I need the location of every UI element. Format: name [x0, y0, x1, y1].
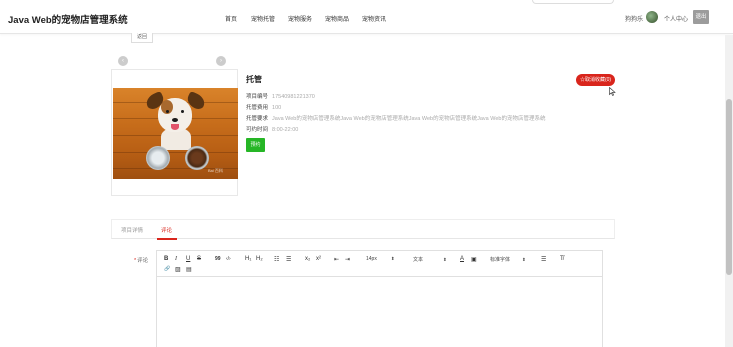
nav-pet-goods[interactable]: 宠物商品 — [325, 14, 349, 23]
quote-icon[interactable]: 99 — [215, 256, 221, 262]
ordered-list-icon[interactable]: ☷ — [274, 256, 279, 263]
subscript-icon[interactable]: x₂ — [305, 256, 310, 262]
tab-project-detail[interactable]: 项目详情 — [121, 226, 143, 234]
header2-icon[interactable]: H₂ — [256, 256, 263, 262]
underline-icon[interactable]: U — [186, 256, 190, 262]
clean-format-icon[interactable]: T̸ — [560, 256, 564, 262]
back-button[interactable]: 返回 — [131, 33, 153, 43]
superscript-icon[interactable]: x² — [316, 256, 321, 262]
active-tab-indicator — [157, 238, 177, 240]
item-title: 托管 — [246, 75, 262, 84]
tab-comment[interactable]: 评论 — [161, 226, 172, 234]
field-row: 托管要求 Java Web的宠物店管理系统Java Web的宠物店管理系统Java… — [246, 116, 546, 122]
video-icon[interactable]: ▤ — [186, 266, 192, 273]
carousel-prev-icon[interactable]: ‹ — [118, 56, 128, 66]
brand-title: Java Web的宠物店管理系统 — [8, 15, 128, 26]
indent-icon[interactable]: ⇥ — [345, 256, 350, 263]
nav-home[interactable]: 首页 — [225, 14, 237, 23]
food-bowl — [185, 146, 209, 170]
image-icon[interactable]: ▨ — [175, 266, 181, 273]
water-bowl — [146, 146, 170, 170]
book-button[interactable]: 预约 — [246, 138, 265, 152]
favorite-button[interactable]: ☆取消收藏(0) — [576, 74, 615, 86]
bold-icon[interactable]: B — [164, 256, 168, 262]
chevron-down-icon: ⬍ — [443, 257, 447, 262]
bullet-list-icon[interactable]: ☰ — [286, 256, 291, 263]
code-icon[interactable]: ‹/› — [226, 256, 231, 262]
italic-icon[interactable]: I — [175, 256, 177, 262]
editor-toolbar: B I U S 99 ‹/› H₁ H₂ ☷ ☰ x₂ x² ⇤ ⇥ 14px ⬍… — [157, 251, 602, 277]
comment-editor: B I U S 99 ‹/› H₁ H₂ ☷ ☰ x₂ x² ⇤ ⇥ 14px ⬍… — [156, 250, 603, 347]
field-row: 项目编号 17540981221370 — [246, 94, 315, 100]
top-search-box[interactable] — [532, 0, 614, 4]
scrollbar[interactable] — [725, 35, 733, 347]
scroll-thumb[interactable] — [726, 99, 732, 275]
nav-pet-service[interactable]: 宠物服务 — [288, 14, 312, 23]
font-family-select[interactable]: 标准字体 ⬍ — [490, 256, 526, 263]
field-row: 可约时间 8:00-22:00 — [246, 127, 299, 133]
comment-textarea[interactable] — [157, 278, 602, 347]
carousel-next-icon[interactable]: › — [216, 56, 226, 66]
font-size-select[interactable]: 14px ⬍ — [366, 256, 395, 262]
field-row: 托管费用 100 — [246, 105, 282, 111]
text-header-select[interactable]: 文本 ⬍ — [413, 256, 447, 263]
strike-icon[interactable]: S — [197, 256, 201, 262]
personal-center-link[interactable]: 个人中心 — [664, 14, 688, 23]
nav-pet-boarding[interactable]: 宠物托管 — [251, 14, 275, 23]
detail-tabs: 项目详情 评论 — [111, 219, 615, 240]
chevron-down-icon: ⬍ — [390, 256, 395, 261]
outdent-icon[interactable]: ⇤ — [334, 256, 339, 263]
photo-watermark: Bai 百科 — [208, 168, 223, 173]
avatar[interactable] — [646, 11, 658, 23]
username: 狗狗乐 — [625, 17, 644, 23]
chevron-down-icon: ⬍ — [522, 257, 526, 262]
header1-icon[interactable]: H₁ — [245, 256, 251, 262]
top-navbar: Java Web的宠物店管理系统 首页 宠物托管 宠物服务 宠物商品 宠物资讯 … — [0, 0, 733, 34]
link-icon[interactable]: 🔗 — [164, 266, 170, 272]
font-color-icon[interactable]: A — [460, 256, 464, 262]
image-carousel: Bai 百科 — [111, 69, 238, 196]
comment-label: *评论 — [134, 258, 149, 264]
nav-pet-news[interactable]: 宠物资讯 — [362, 14, 386, 23]
background-color-icon[interactable]: ▣ — [471, 256, 477, 263]
mouse-cursor-icon — [609, 87, 616, 96]
logout-button[interactable]: 退出 — [693, 10, 709, 24]
pet-photo: Bai 百科 — [113, 88, 238, 179]
align-icon[interactable]: ☰ — [541, 256, 546, 263]
